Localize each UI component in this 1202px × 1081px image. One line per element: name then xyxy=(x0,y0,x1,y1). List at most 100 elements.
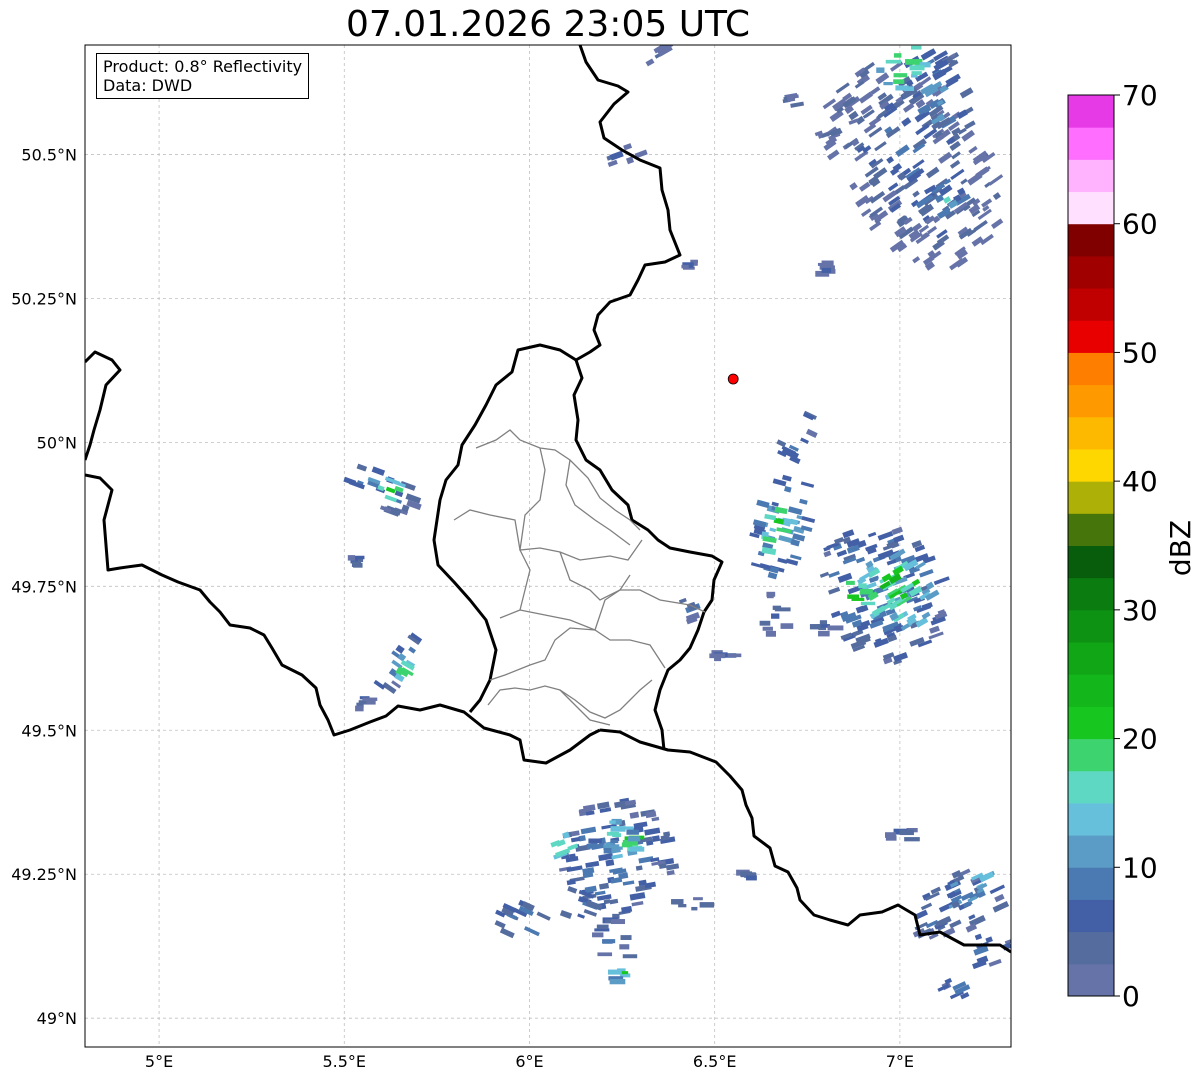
echo-pixel xyxy=(818,630,830,637)
echo-pixel xyxy=(847,594,860,599)
echo-pixel xyxy=(885,59,902,64)
radar-map-figure: 5°E 5.5°E 6°E 6.5°E 7°E 49°N 49.25°N 49.5°N 49.… xyxy=(11,38,1197,1071)
colorbar-segment xyxy=(1068,159,1114,193)
colorbar-segment xyxy=(1068,738,1114,772)
colorbar-segment xyxy=(1068,288,1114,321)
echo-pixel xyxy=(858,583,867,589)
colorbar-segment xyxy=(1068,352,1114,386)
echo-pixel xyxy=(629,846,645,852)
colorbar-tick-label: 50 xyxy=(1122,336,1158,369)
echo-pixel xyxy=(609,978,626,985)
echo-pixel xyxy=(904,837,920,842)
echo-pixel xyxy=(905,59,920,65)
echo-pixel xyxy=(681,264,689,269)
echo-pixel xyxy=(609,820,616,824)
echo-pixel xyxy=(606,831,620,836)
colorbar-segment xyxy=(1068,481,1114,514)
echo-pixel xyxy=(603,847,612,854)
echo-pixel xyxy=(766,591,776,597)
colorbar-segment xyxy=(1068,127,1114,160)
lat-tick-label: 49.75°N xyxy=(11,577,77,596)
echo-pixel xyxy=(827,625,844,631)
colorbar-segment xyxy=(1068,223,1114,257)
echo-pixel xyxy=(910,45,922,50)
lat-tick-label: 50.5°N xyxy=(21,145,77,164)
echo-pixel xyxy=(610,919,626,925)
echo-pixel xyxy=(885,835,897,841)
lon-tick-label: 7°E xyxy=(886,1052,914,1071)
echo-pixel xyxy=(859,588,873,595)
colorbar-segment xyxy=(1068,320,1114,353)
colorbar-segment xyxy=(1068,706,1114,740)
echo-pixel xyxy=(619,944,630,950)
echo-pixel xyxy=(362,697,378,701)
colorbar-segment xyxy=(1068,963,1114,997)
colorbar: 0 10 20 30 40 50 60 70 dBZ xyxy=(1067,79,1197,1013)
echo-pixel xyxy=(597,952,613,957)
longitude-ticks: 5°E 5.5°E 6°E 6.5°E 7°E xyxy=(145,1052,914,1071)
colorbar-tick-label: 20 xyxy=(1122,723,1158,756)
colorbar-tick-label: 60 xyxy=(1122,208,1158,241)
echo-pixel xyxy=(671,899,684,905)
echo-pixel xyxy=(355,705,364,712)
echo-pixel xyxy=(860,601,876,606)
echo-pixel xyxy=(353,563,363,568)
product-info-box: Product: 0.8° Reflectivity Data: DWD xyxy=(96,53,310,99)
echo-pixel xyxy=(876,67,885,73)
echo-pixel xyxy=(626,829,639,835)
echo-pixel xyxy=(621,842,633,848)
echo-pixel xyxy=(821,267,832,273)
echo-pixel xyxy=(893,73,908,78)
lon-tick-label: 5°E xyxy=(145,1052,173,1071)
colorbar-segment xyxy=(1068,545,1114,579)
colorbar-segment xyxy=(1068,384,1114,418)
lat-tick-label: 49.5°N xyxy=(21,721,77,740)
colorbar-segment xyxy=(1068,95,1114,128)
echo-pixel xyxy=(602,940,613,944)
colorbar-tick-label: 40 xyxy=(1122,465,1158,498)
colorbar-segment xyxy=(1068,835,1114,868)
echo-pixel xyxy=(911,71,922,75)
echo-pixel xyxy=(622,954,638,959)
colorbar-tick-label: 30 xyxy=(1122,594,1158,627)
lon-tick-label: 6°E xyxy=(515,1052,543,1071)
echo-pixel xyxy=(610,839,619,844)
colorbar-segment xyxy=(1068,416,1114,450)
echo-pixel xyxy=(893,53,902,58)
colorbar-segment xyxy=(1068,513,1114,546)
echo-pixel xyxy=(819,620,828,625)
colorbar-segment xyxy=(1068,931,1114,965)
colorbar-tick-label: 0 xyxy=(1122,980,1140,1013)
echo-pixel xyxy=(588,838,602,844)
colorbar-segment xyxy=(1068,802,1114,836)
echo-pixel xyxy=(845,580,855,585)
colorbar-tick-label: 70 xyxy=(1122,79,1158,112)
echo-pixel xyxy=(765,630,776,637)
colorbar-segment xyxy=(1068,609,1114,643)
lat-tick-label: 49.25°N xyxy=(11,865,77,884)
echo-pixel xyxy=(608,969,622,975)
echo-pixel xyxy=(347,555,356,561)
colorbar-segment xyxy=(1068,255,1114,289)
echo-pixel xyxy=(762,626,773,631)
colorbar-segment xyxy=(1068,867,1114,900)
echo-pixel xyxy=(726,653,742,658)
colorbar-segment xyxy=(1068,899,1114,933)
echo-pixel xyxy=(774,607,791,612)
lat-tick-label: 49°N xyxy=(37,1009,77,1028)
echo-pixel xyxy=(809,624,821,630)
echo-pixel xyxy=(883,81,893,86)
echo-pixel xyxy=(691,906,698,911)
echo-pixel xyxy=(771,613,780,619)
echo-pixel xyxy=(893,79,905,84)
echo-pixel xyxy=(693,897,703,901)
echo-pixel xyxy=(592,932,604,938)
radar-site-marker-layer xyxy=(727,373,739,385)
echo-pixel xyxy=(620,935,632,940)
echo-pixel xyxy=(759,620,771,626)
echo-pixel xyxy=(901,38,911,41)
echo-pixel xyxy=(821,260,834,267)
product-label: Product: 0.8° Reflectivity xyxy=(103,57,303,76)
echo-pixel xyxy=(895,85,909,91)
colorbar-segment xyxy=(1068,191,1114,225)
